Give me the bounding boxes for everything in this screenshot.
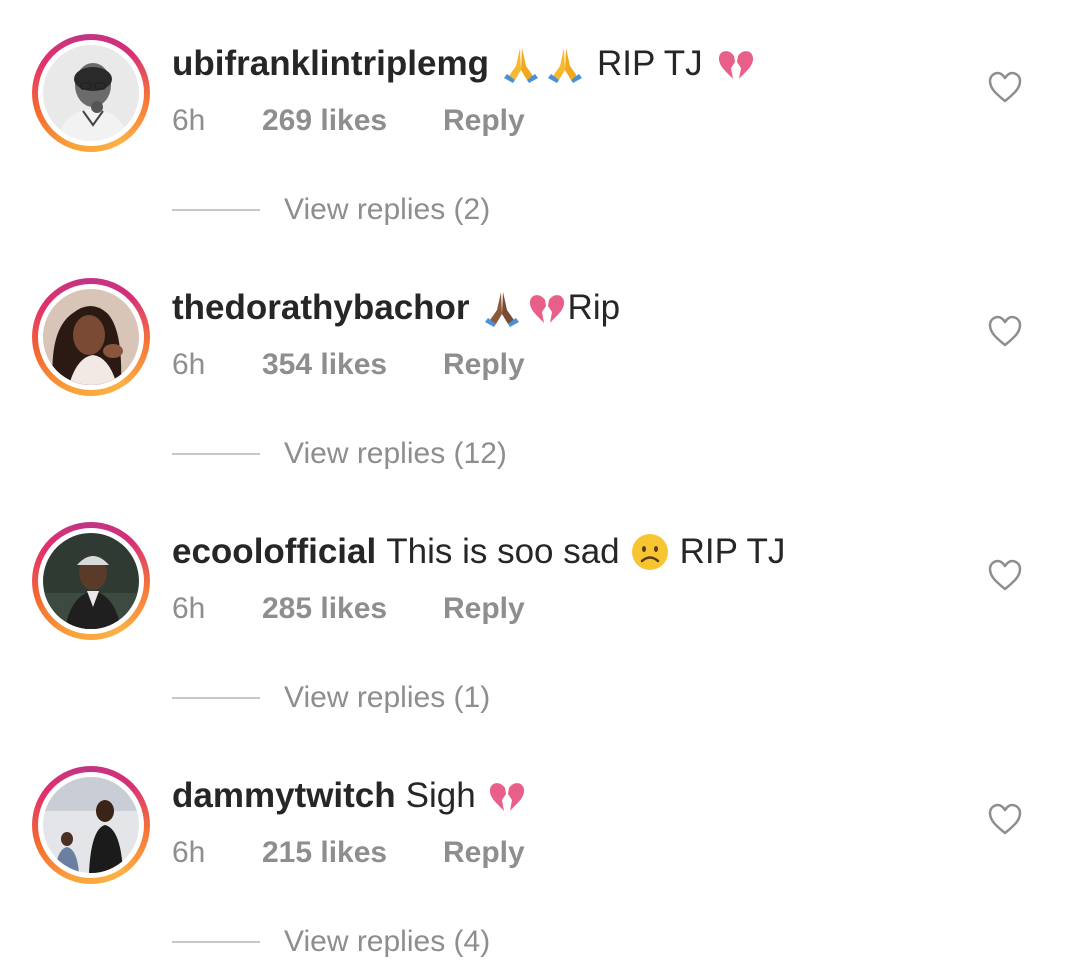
- view-replies-button[interactable]: View replies (4): [284, 925, 490, 959]
- like-heart-icon[interactable]: [987, 314, 1023, 348]
- folded-hands-dark-icon: [480, 286, 524, 330]
- comment-meta: 6h 285 likes Reply: [172, 590, 525, 628]
- comment-meta: 6h 269 likes Reply: [172, 102, 525, 140]
- reply-button[interactable]: Reply: [443, 104, 525, 138]
- replies-divider: [172, 453, 260, 455]
- likes-count[interactable]: 269 likes: [262, 104, 443, 138]
- timestamp: 6h: [172, 104, 206, 137]
- replies-divider: [172, 209, 260, 211]
- timestamp: 6h: [172, 592, 206, 625]
- view-replies-button[interactable]: View replies (12): [284, 437, 507, 471]
- reply-button[interactable]: Reply: [443, 592, 525, 626]
- story-ring[interactable]: [32, 522, 150, 640]
- timestamp: 6h: [172, 348, 206, 381]
- avatar[interactable]: [43, 45, 139, 141]
- timestamp: 6h: [172, 836, 206, 869]
- username[interactable]: dammytwitch: [172, 776, 396, 816]
- comment-line: dammytwitch Sigh: [172, 772, 528, 820]
- view-replies-row[interactable]: View replies (4): [172, 922, 490, 962]
- folded-hands-icon: [499, 42, 543, 86]
- comment-text: RIP TJ: [596, 44, 703, 83]
- folded-hands-icon: [543, 42, 587, 86]
- broken-heart-icon: [484, 774, 528, 818]
- broken-heart-icon: [524, 286, 568, 330]
- comment-text: This is soo sad: [386, 532, 620, 571]
- view-replies-row[interactable]: View replies (12): [172, 434, 507, 474]
- comment-line: thedorathybachor Rip: [172, 284, 620, 332]
- like-heart-icon[interactable]: [987, 558, 1023, 592]
- broken-heart-icon: [713, 42, 757, 86]
- comment-item: dammytwitch Sigh 6h 215 likes Reply View…: [0, 732, 1080, 976]
- reply-button[interactable]: Reply: [443, 836, 525, 870]
- like-heart-icon[interactable]: [987, 70, 1023, 104]
- comment-text-suffix: RIP TJ: [679, 532, 786, 571]
- replies-divider: [172, 941, 260, 943]
- username[interactable]: ecoolofficial: [172, 532, 376, 572]
- story-ring[interactable]: [32, 34, 150, 152]
- comment-item: ubifranklintriplemg RIP TJ 6h 269 likes …: [0, 0, 1080, 244]
- comment-item: thedorathybachor Rip 6h 354 likes Reply …: [0, 244, 1080, 488]
- like-heart-icon[interactable]: [987, 802, 1023, 836]
- story-ring[interactable]: [32, 278, 150, 396]
- avatar[interactable]: [43, 777, 139, 873]
- comment-line: ecoolofficial This is soo sad RIP TJ: [172, 528, 785, 576]
- comment-meta: 6h 215 likes Reply: [172, 834, 525, 872]
- username[interactable]: ubifranklintriplemg: [172, 44, 489, 84]
- comment-line: ubifranklintriplemg RIP TJ: [172, 40, 757, 88]
- frowning-face-icon: [628, 530, 672, 574]
- view-replies-button[interactable]: View replies (2): [284, 193, 490, 227]
- avatar[interactable]: [43, 289, 139, 385]
- view-replies-row[interactable]: View replies (2): [172, 190, 490, 230]
- comment-item: ecoolofficial This is soo sad RIP TJ 6h …: [0, 488, 1080, 732]
- likes-count[interactable]: 354 likes: [262, 348, 443, 382]
- likes-count[interactable]: 215 likes: [262, 836, 443, 870]
- comment-meta: 6h 354 likes Reply: [172, 346, 525, 384]
- likes-count[interactable]: 285 likes: [262, 592, 443, 626]
- story-ring[interactable]: [32, 766, 150, 884]
- comment-text: Sigh: [405, 776, 476, 815]
- comment-text: Rip: [567, 288, 621, 327]
- username[interactable]: thedorathybachor: [172, 288, 470, 328]
- view-replies-row[interactable]: View replies (1): [172, 678, 490, 718]
- view-replies-button[interactable]: View replies (1): [284, 681, 490, 715]
- avatar[interactable]: [43, 533, 139, 629]
- reply-button[interactable]: Reply: [443, 348, 525, 382]
- replies-divider: [172, 697, 260, 699]
